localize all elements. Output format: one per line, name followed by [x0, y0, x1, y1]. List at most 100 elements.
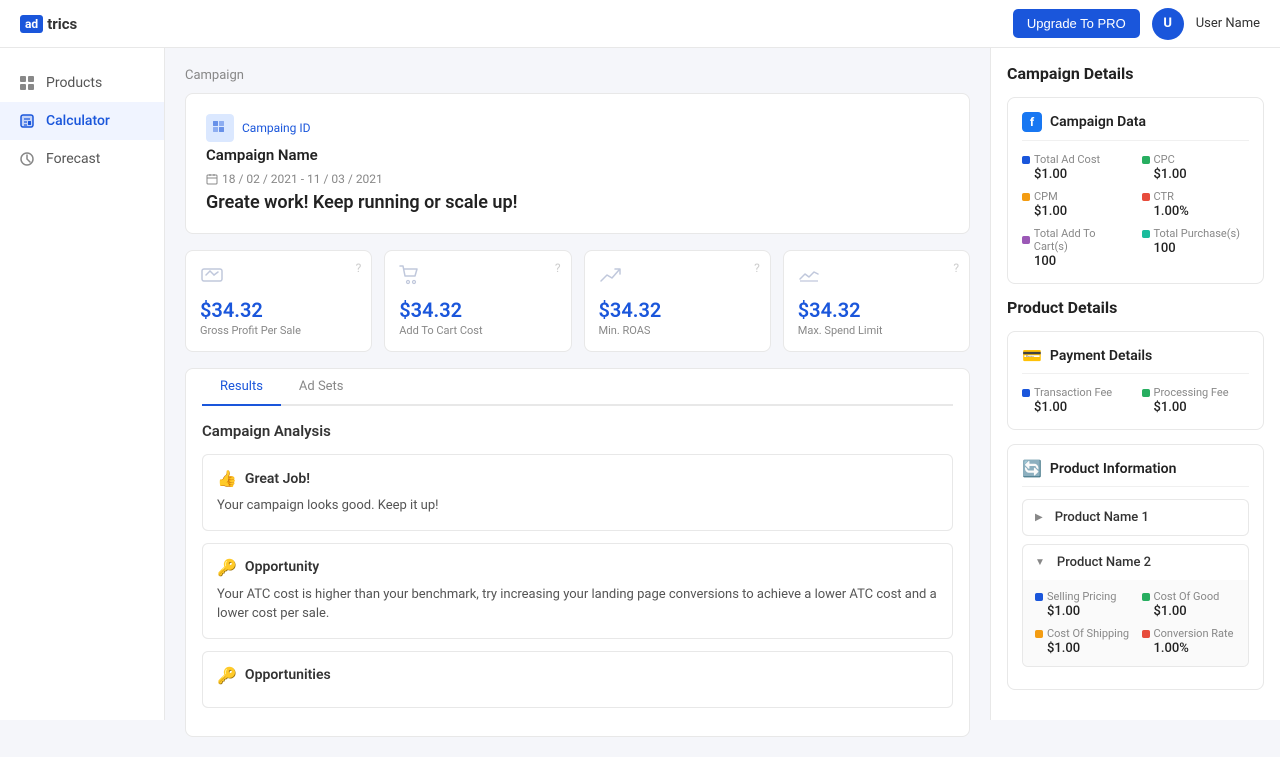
- stat-info-max-spend[interactable]: ?: [953, 261, 959, 275]
- metric-cost-of-good: Cost Of Good $1.00: [1142, 590, 1237, 619]
- chevron-down-icon-2: ▼: [1035, 557, 1045, 568]
- dot-cost-of-shipping: [1035, 630, 1043, 638]
- campaign-name: Campaign Name: [206, 146, 949, 164]
- metric-value-cpc: $1.00: [1142, 167, 1250, 182]
- campaign-headline: Greate work! Keep running or scale up!: [206, 192, 949, 213]
- product-details-title: Product Details: [1007, 298, 1264, 317]
- sidebar-item-products[interactable]: Products: [0, 64, 164, 102]
- analysis-item-opportunities: 🔑 Opportunities: [202, 651, 953, 708]
- analysis-text-opportunity: Your ATC cost is higher than your benchm…: [217, 585, 938, 624]
- dot-transaction-fee: [1022, 389, 1030, 397]
- metric-value-total-purchases: 100: [1142, 241, 1250, 256]
- dot-total-purchases: [1142, 230, 1150, 238]
- stat-card-gross-profit: $34.32 Gross Profit Per Sale ?: [185, 250, 372, 352]
- campaign-data-card: f Campaign Data Total Ad Cost $1.00 CPC …: [1007, 97, 1264, 284]
- stat-value-atc: $34.32: [399, 298, 556, 322]
- right-panel: Campaign Details f Campaign Data Total A…: [990, 48, 1280, 720]
- dot-cpc: [1142, 156, 1150, 164]
- tab-adsets[interactable]: Ad Sets: [281, 369, 362, 406]
- credit-card-icon: 💳: [1022, 346, 1042, 365]
- stat-card-atc: $34.32 Add To Cart Cost ?: [384, 250, 571, 352]
- stat-info-roas[interactable]: ?: [754, 261, 760, 275]
- dot-selling-pricing: [1035, 593, 1043, 601]
- product-item-2-header[interactable]: ▼ Product Name 2: [1023, 545, 1248, 580]
- forecast-icon: [18, 150, 36, 168]
- refresh-icon: 🔄: [1022, 459, 1042, 478]
- key-icon: 🔑: [217, 558, 237, 577]
- sidebar-calculator-label: Calculator: [46, 113, 110, 129]
- metric-value-processing-fee: $1.00: [1142, 400, 1250, 415]
- atc-icon: [399, 265, 556, 290]
- dot-cost-of-good: [1142, 593, 1150, 601]
- campaign-metrics-grid: Total Ad Cost $1.00 CPC $1.00 CPM $1.00: [1022, 153, 1249, 269]
- campaign-id-label: Campaing ID: [242, 121, 311, 135]
- dot-cpm: [1022, 193, 1030, 201]
- stat-value-gross-profit: $34.32: [200, 298, 357, 322]
- stat-label-gross-profit: Gross Profit Per Sale: [200, 324, 357, 337]
- product-item-1: ▶ Product Name 1: [1022, 499, 1249, 536]
- calculator-icon: [18, 112, 36, 130]
- payment-metrics-grid: Transaction Fee $1.00 Processing Fee $1.…: [1022, 386, 1249, 415]
- analysis-text-great-job: Your campaign looks good. Keep it up!: [217, 496, 938, 516]
- stat-info-gross-profit[interactable]: ?: [356, 261, 362, 275]
- campaign-date: 18 / 02 / 2021 - 11 / 03 / 2021: [206, 172, 949, 186]
- gross-profit-icon: [200, 265, 357, 290]
- dot-conversion-rate: [1142, 630, 1150, 638]
- campaign-data-header: f Campaign Data: [1022, 112, 1249, 141]
- sidebar-forecast-label: Forecast: [46, 151, 100, 167]
- metric-value-transaction-fee: $1.00: [1022, 400, 1130, 415]
- sidebar: Products Calculator Forecast: [0, 48, 165, 720]
- sidebar-products-label: Products: [46, 75, 102, 91]
- metric-conversion-rate: Conversion Rate 1.00%: [1142, 627, 1237, 656]
- metric-value-selling-pricing: $1.00: [1035, 604, 1130, 619]
- main-content: Campaign Campaing ID Campaign Name 18 / …: [165, 48, 990, 757]
- stats-row: $34.32 Gross Profit Per Sale ? $34.32 Ad…: [185, 250, 970, 352]
- campaign-card: Campaing ID Campaign Name 18 / 02 / 2021…: [185, 93, 970, 234]
- analysis-item-opportunity: 🔑 Opportunity Your ATC cost is higher th…: [202, 543, 953, 639]
- page-label: Campaign: [185, 68, 970, 83]
- dot-total-ad-cost: [1022, 156, 1030, 164]
- analysis-container: Results Ad Sets Campaign Analysis 👍 Grea…: [185, 368, 970, 737]
- product-2-metrics-grid: Selling Pricing $1.00 Cost Of Good $1.00: [1035, 590, 1236, 656]
- product-item-2: ▼ Product Name 2 Selling Pricing $1.00: [1022, 544, 1249, 667]
- max-spend-icon: [798, 265, 955, 290]
- tab-results[interactable]: Results: [202, 369, 281, 406]
- campaign-details-title: Campaign Details: [1007, 64, 1264, 83]
- payment-details-header: 💳 Payment Details: [1022, 346, 1249, 374]
- stat-card-max-spend: $34.32 Max. Spend Limit ?: [783, 250, 970, 352]
- campaign-id-row: Campaing ID: [206, 114, 949, 142]
- metric-total-atc: Total Add To Cart(s) 100: [1022, 227, 1130, 269]
- upgrade-button[interactable]: Upgrade To PRO: [1013, 9, 1140, 38]
- dot-total-atc: [1022, 236, 1030, 244]
- metric-total-purchases: Total Purchase(s) 100: [1142, 227, 1250, 269]
- sidebar-item-forecast[interactable]: Forecast: [0, 140, 164, 178]
- header: ad trics Upgrade To PRO U User Name: [0, 0, 1280, 48]
- analysis-section: Campaign Analysis 👍 Great Job! Your camp…: [202, 422, 953, 708]
- metric-value-cost-of-good: $1.00: [1142, 604, 1237, 619]
- metric-processing-fee: Processing Fee $1.00: [1142, 386, 1250, 415]
- product-item-1-header[interactable]: ▶ Product Name 1: [1023, 500, 1248, 535]
- stat-value-roas: $34.32: [599, 298, 756, 322]
- metric-value-cpm: $1.00: [1022, 204, 1130, 219]
- metric-total-ad-cost: Total Ad Cost $1.00: [1022, 153, 1130, 182]
- analysis-item-opportunities-header: 🔑 Opportunities: [217, 666, 938, 685]
- stat-info-atc[interactable]: ?: [555, 261, 561, 275]
- analysis-item-great-job: 👍 Great Job! Your campaign looks good. K…: [202, 454, 953, 531]
- logo-ad: ad: [20, 15, 43, 33]
- stat-label-atc: Add To Cart Cost: [399, 324, 556, 337]
- stat-label-max-spend: Max. Spend Limit: [798, 324, 955, 337]
- metric-cost-of-shipping: Cost Of Shipping $1.00: [1035, 627, 1130, 656]
- thumbs-up-icon: 👍: [217, 469, 237, 488]
- products-icon: [18, 74, 36, 92]
- chevron-right-icon-1: ▶: [1035, 512, 1043, 523]
- user-name: User Name: [1196, 16, 1260, 31]
- header-right: Upgrade To PRO U User Name: [1013, 8, 1260, 40]
- payment-details-card: 💳 Payment Details Transaction Fee $1.00 …: [1007, 331, 1264, 430]
- stat-card-roas: $34.32 Min. ROAS ?: [584, 250, 771, 352]
- sidebar-item-calculator[interactable]: Calculator: [0, 102, 164, 140]
- tabs-row: Results Ad Sets: [202, 369, 953, 406]
- avatar: U: [1152, 8, 1184, 40]
- analysis-item-great-job-header: 👍 Great Job!: [217, 469, 938, 488]
- metric-cpc: CPC $1.00: [1142, 153, 1250, 182]
- logo-trics: trics: [47, 15, 77, 33]
